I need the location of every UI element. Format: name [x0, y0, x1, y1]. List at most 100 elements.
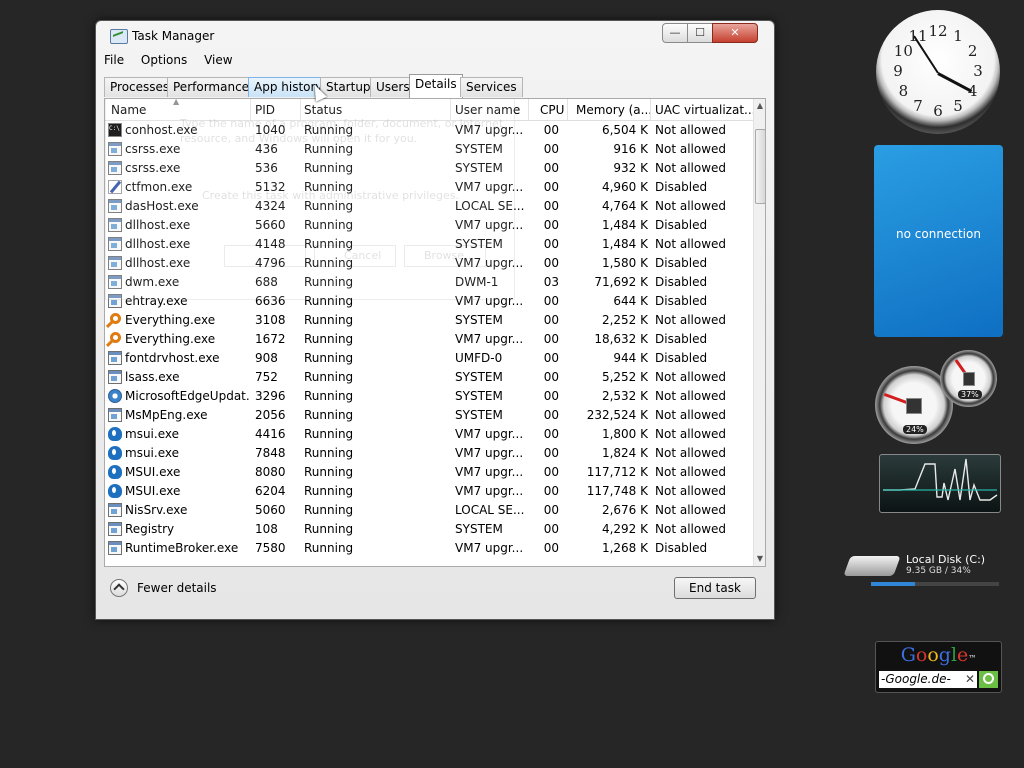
- column-divider[interactable]: [250, 99, 251, 120]
- clock-numeral: 2: [967, 42, 978, 60]
- google-search-input[interactable]: -Google.de-: [879, 671, 977, 688]
- tab-processes[interactable]: Processes: [104, 77, 176, 97]
- fewer-details-label[interactable]: Fewer details: [137, 581, 217, 595]
- process-pid: 1040: [255, 123, 286, 137]
- table-row[interactable]: window-iconehtray.exe 6636 Running VM7 upgr…: [105, 292, 753, 311]
- clock-gadget[interactable]: 12 1 2 3 4 5 6 7 8 9 10 11: [876, 10, 1000, 134]
- tab-performance[interactable]: Performance: [167, 77, 256, 97]
- column-name[interactable]: Name: [111, 103, 146, 117]
- table-row[interactable]: update-iconMicrosoftEdgeUpdat... 3296 Runn…: [105, 387, 753, 406]
- column-uac[interactable]: UAC virtualizat...: [655, 103, 755, 117]
- process-pid: 4148: [255, 237, 286, 251]
- process-magnifier-icon: magnifier-icon: [110, 313, 121, 324]
- table-row[interactable]: window-icondasHost.exe 4324 Running LOCAL S…: [105, 197, 753, 216]
- scrollbar-thumb[interactable]: [755, 129, 765, 204]
- weather-gadget[interactable]: no connection: [874, 145, 1003, 337]
- process-status: Running: [304, 161, 354, 175]
- column-divider[interactable]: [450, 99, 451, 120]
- table-row[interactable]: window-iconRuntimeBroker.exe 7580 Running V…: [105, 539, 753, 558]
- table-header: ▲ Name PID Status User name CPU Memory (…: [105, 99, 755, 121]
- disk-usage-fill: [871, 582, 915, 586]
- process-name: MsMpEng.exe: [125, 408, 208, 422]
- title-bar[interactable]: Task Manager — ☐ ✕: [96, 21, 774, 53]
- drive-meter-gadget[interactable]: Local Disk (C:) 9.35 GB / 34%: [843, 547, 1001, 591]
- vertical-scrollbar[interactable]: ▲ ▼: [753, 99, 765, 566]
- process-user: SYSTEM: [455, 161, 503, 175]
- process-window-icon: window-icon: [108, 142, 122, 156]
- process-cpu: 00: [543, 446, 559, 460]
- process-status: Running: [304, 294, 354, 308]
- table-row[interactable]: window-icondllhost.exe 4796 Running VM7 upg…: [105, 254, 753, 273]
- menu-file[interactable]: File: [104, 53, 124, 67]
- process-cpu: 00: [543, 408, 559, 422]
- table-row[interactable]: window-icondwm.exe 688 Running DWM-1 03 71,69…: [105, 273, 753, 292]
- process-pid: 108: [255, 522, 278, 536]
- process-table-body: console-iconconhost.exe 1040 Running VM7 up…: [105, 121, 753, 566]
- column-divider[interactable]: [567, 99, 568, 120]
- table-row[interactable]: console-iconconhost.exe 1040 Running VM7 up…: [105, 121, 753, 140]
- end-task-button[interactable]: End task: [674, 577, 756, 599]
- table-row[interactable]: pen-iconctfmon.exe 5132 Running VM7 upgr...…: [105, 178, 753, 197]
- table-row[interactable]: info-iconmsui.exe 4416 Running VM7 upgr... 0…: [105, 425, 753, 444]
- process-name: lsass.exe: [125, 370, 180, 384]
- column-status[interactable]: Status: [304, 103, 342, 117]
- column-divider[interactable]: [528, 99, 529, 120]
- process-user: VM7 upgr...: [455, 484, 524, 498]
- table-row[interactable]: window-iconfontdrvhost.exe 908 Running UMFD…: [105, 349, 753, 368]
- process-status: Running: [304, 332, 354, 346]
- process-cpu: 00: [543, 503, 559, 517]
- chevron-up-icon[interactable]: [110, 579, 128, 597]
- process-name: msui.exe: [125, 446, 179, 460]
- column-cpu[interactable]: CPU: [540, 103, 564, 117]
- scroll-up-arrow-icon[interactable]: ▲: [754, 99, 765, 113]
- table-row[interactable]: window-iconcsrss.exe 436 Running SYSTEM 00 91…: [105, 140, 753, 159]
- process-pid: 3108: [255, 313, 286, 327]
- table-row[interactable]: magnifier-icon Everything.exe 3108 Running S…: [105, 311, 753, 330]
- process-info-icon: info-icon: [108, 484, 122, 498]
- process-name: csrss.exe: [125, 161, 181, 175]
- column-divider[interactable]: [650, 99, 651, 120]
- column-memory[interactable]: Memory (a...: [576, 103, 652, 117]
- table-row[interactable]: window-iconMsMpEng.exe 2056 Running SYSTEM 0…: [105, 406, 753, 425]
- process-memory: 71,692 K: [594, 275, 648, 289]
- scroll-down-arrow-icon[interactable]: ▼: [754, 552, 765, 566]
- table-row[interactable]: window-icondllhost.exe 4148 Running SYSTEM 0…: [105, 235, 753, 254]
- menu-view[interactable]: View: [204, 53, 232, 67]
- minimize-button[interactable]: —: [662, 23, 688, 43]
- process-user: VM7 upgr...: [455, 332, 524, 346]
- search-icon[interactable]: [979, 671, 998, 688]
- process-cpu: 00: [543, 541, 559, 555]
- table-row[interactable]: window-iconRegistry 108 Running SYSTEM 00 4,2…: [105, 520, 753, 539]
- memory-meter-gadget[interactable]: 37%: [940, 350, 997, 407]
- table-row[interactable]: window-iconlsass.exe 752 Running SYSTEM 00 5,…: [105, 368, 753, 387]
- table-row[interactable]: info-iconMSUI.exe 6204 Running VM7 upgr... 0…: [105, 482, 753, 501]
- process-uac: Not allowed: [655, 408, 727, 422]
- process-uac: Disabled: [655, 218, 708, 232]
- column-pid[interactable]: PID: [255, 103, 275, 117]
- process-status: Running: [304, 256, 354, 270]
- menu-options[interactable]: Options: [141, 53, 187, 67]
- network-graph-line: [883, 458, 998, 501]
- process-user: LOCAL SE...: [455, 503, 525, 517]
- table-row[interactable]: info-iconmsui.exe 7848 Running VM7 upgr... 0…: [105, 444, 753, 463]
- process-name: dllhost.exe: [125, 256, 191, 270]
- network-monitor-gadget[interactable]: [879, 454, 1001, 513]
- table-row[interactable]: info-iconMSUI.exe 8080 Running VM7 upgr... 0…: [105, 463, 753, 482]
- column-user-name[interactable]: User name: [455, 103, 520, 117]
- tab-startup[interactable]: Startup: [320, 77, 377, 97]
- process-memory: 5,252 K: [601, 370, 648, 384]
- close-button[interactable]: ✕: [712, 23, 758, 43]
- process-memory: 232,524 K: [586, 408, 648, 422]
- table-row[interactable]: window-iconNisSrv.exe 5060 Running LOCAL SE…: [105, 501, 753, 520]
- disk-usage-info: 9.35 GB / 34%: [906, 566, 971, 576]
- column-divider[interactable]: [300, 99, 301, 120]
- clear-icon[interactable]: ✕: [965, 671, 975, 688]
- maximize-button[interactable]: ☐: [687, 23, 713, 43]
- process-window-icon: window-icon: [108, 256, 122, 270]
- process-name: Registry: [125, 522, 175, 536]
- table-row[interactable]: window-icondllhost.exe 5660 Running VM7 upg…: [105, 216, 753, 235]
- table-row[interactable]: window-iconcsrss.exe 536 Running SYSTEM 00 93…: [105, 159, 753, 178]
- tab-details[interactable]: Details: [409, 74, 463, 98]
- tab-services[interactable]: Services: [460, 77, 523, 97]
- table-row[interactable]: magnifier-icon Everything.exe 1672 Running V…: [105, 330, 753, 349]
